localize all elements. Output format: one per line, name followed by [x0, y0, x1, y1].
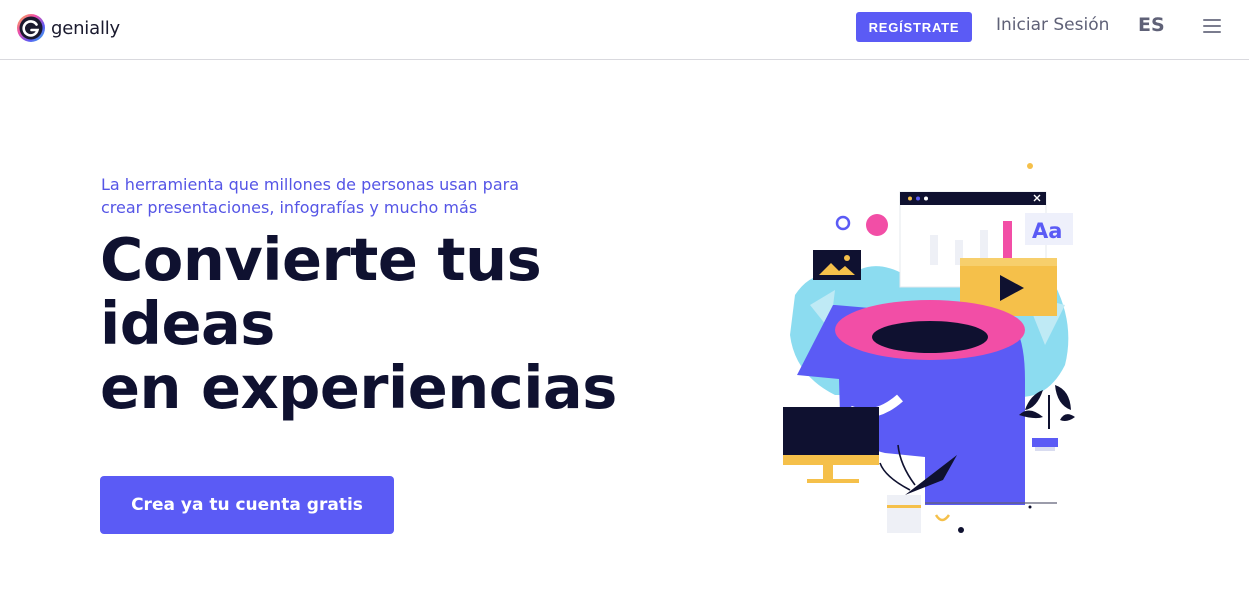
typography-card: Aa	[1025, 213, 1073, 245]
decorative-smile	[934, 514, 951, 522]
language-selector[interactable]: ES	[1138, 14, 1165, 36]
monitor-icon	[783, 407, 879, 483]
decorative-dot	[866, 214, 888, 236]
login-link[interactable]: Iniciar Sesión	[996, 15, 1109, 35]
hero-headline-line: en experiencias	[100, 353, 617, 422]
decorative-dot	[958, 527, 964, 533]
genially-logo-icon	[17, 14, 45, 42]
hero-subtitle-line: crear presentaciones, infografías y much…	[101, 198, 478, 217]
brand-name: genially	[51, 17, 120, 39]
hero-headline-line: Convierte tus ideas	[100, 225, 542, 358]
hero-subtitle: La herramienta que millones de personas …	[101, 173, 541, 219]
decorative-ring	[835, 215, 851, 231]
hero-subtitle-line: La herramienta que millones de personas …	[101, 175, 519, 194]
top-navigation-bar: genially REGÍSTRATE Iniciar Sesión ES	[0, 0, 1249, 60]
hamburger-menu-icon[interactable]	[1203, 19, 1221, 33]
brand-logo[interactable]: genially	[16, 13, 120, 43]
decorative-dot	[1027, 163, 1033, 169]
hero-illustration: Aa	[783, 163, 1075, 533]
plant-pot	[1032, 438, 1058, 447]
image-icon	[813, 250, 861, 280]
note-card	[887, 495, 921, 533]
create-account-button[interactable]: Crea ya tu cuenta gratis	[100, 476, 394, 534]
hero-headline: Convierte tus ideas en experiencias	[100, 228, 720, 420]
typography-sample: Aa	[1032, 219, 1062, 243]
register-button[interactable]: REGÍSTRATE	[856, 12, 972, 42]
